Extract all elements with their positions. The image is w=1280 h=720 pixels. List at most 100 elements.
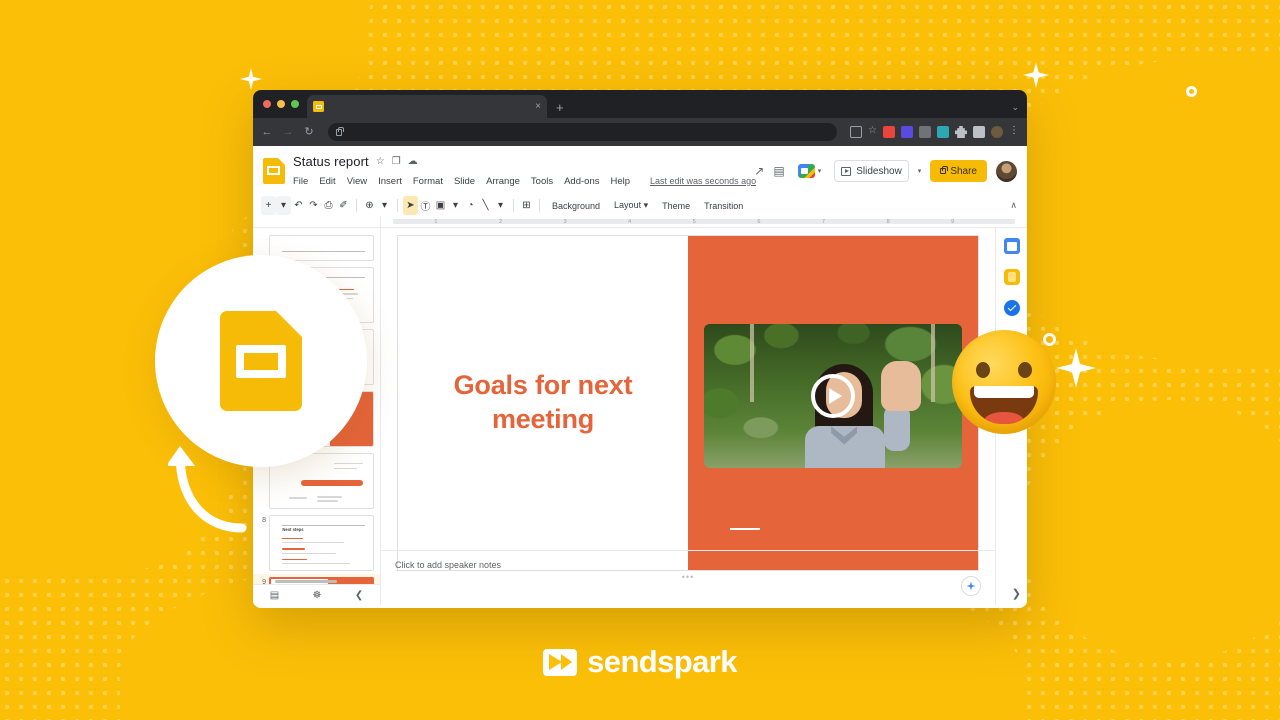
close-window-button[interactable] (263, 100, 271, 108)
line-button[interactable]: ╲ (478, 196, 493, 215)
browser-menu-icon[interactable]: ⋮ (1009, 126, 1019, 138)
menu-arrange[interactable]: Arrange (486, 176, 520, 187)
side-panel-icon[interactable] (973, 126, 985, 138)
filmstrip-scrollbar[interactable] (275, 580, 337, 583)
new-slide-button[interactable]: + (261, 196, 276, 215)
explore-button[interactable] (961, 576, 981, 596)
new-tab-button[interactable]: + (556, 101, 564, 114)
brand-lockup: sendspark (0, 644, 1280, 680)
toolbar-separator (513, 199, 514, 212)
extension-teal-icon[interactable] (937, 126, 949, 138)
site-lock-icon (336, 126, 344, 136)
menu-add-ons[interactable]: Add-ons (564, 176, 599, 187)
last-edit-link[interactable]: Last edit was seconds ago (650, 176, 756, 186)
reload-icon[interactable]: ↻ (303, 126, 315, 138)
expand-rail-chevron-icon[interactable]: ❯ (1012, 587, 1021, 600)
shape-button[interactable]: ◔ (463, 196, 478, 215)
close-tab-icon[interactable]: × (535, 101, 541, 112)
thumbnail-text-line (333, 462, 363, 465)
comment-history-icon[interactable]: ▤ (773, 165, 784, 177)
grid-view-icon[interactable]: ☸ (313, 590, 322, 601)
extension-gray-icon[interactable] (919, 126, 931, 138)
google-meet-button[interactable]: ▾ (794, 162, 826, 180)
new-slide-dropdown[interactable]: ▾ (276, 196, 291, 215)
google-calendar-icon[interactable] (1003, 238, 1020, 254)
bookmark-star-icon[interactable]: ☆ (868, 126, 877, 138)
address-bar[interactable] (328, 123, 838, 141)
share-button[interactable]: Share (930, 160, 987, 182)
insert-image-dropdown[interactable]: ▾ (448, 196, 463, 215)
filmstrip-slide-8[interactable]: 8 Next steps (253, 512, 380, 574)
menu-format[interactable]: Format (413, 176, 443, 187)
profile-avatar[interactable] (991, 126, 1003, 138)
collapse-filmstrip-icon[interactable]: ❮ (355, 590, 363, 601)
chevron-down-icon[interactable]: ▾ (818, 167, 822, 175)
menu-insert[interactable]: Insert (378, 176, 402, 187)
insert-image-button[interactable]: ▣ (433, 196, 448, 215)
menu-help[interactable]: Help (610, 176, 630, 187)
curved-arrow-icon (168, 446, 247, 533)
maximize-window-button[interactable] (291, 100, 299, 108)
redo-button[interactable]: ↷ (306, 196, 321, 215)
activity-dashboard-icon[interactable]: ↗ (754, 165, 764, 177)
slide-title-region[interactable]: Goals for next meeting (398, 236, 688, 570)
toolbar-separator (539, 199, 540, 212)
toolbar-layout-button[interactable]: Layout ▾ (607, 200, 655, 211)
tree-trunk (750, 324, 755, 402)
horizontal-ruler[interactable]: 1 2 3 4 5 6 7 8 9 (381, 216, 1027, 227)
menu-file[interactable]: File (293, 176, 308, 187)
menu-tools[interactable]: Tools (531, 176, 553, 187)
star-icon[interactable]: ☆ (376, 156, 385, 167)
menu-slide[interactable]: Slide (454, 176, 475, 187)
meet-icon (797, 164, 815, 178)
extension-purple-icon[interactable] (901, 126, 913, 138)
toolbar-theme-button[interactable]: Theme (655, 201, 697, 211)
ruler-tick-4: 4 (628, 218, 632, 225)
ruler-tick-9: 9 (951, 218, 955, 225)
menu-edit[interactable]: Edit (319, 176, 335, 187)
ruler-tick-5: 5 (692, 218, 696, 225)
minimize-window-button[interactable] (277, 100, 285, 108)
toolbar-separator (397, 199, 398, 212)
google-tasks-icon[interactable] (1003, 300, 1020, 316)
slideshow-button[interactable]: Slideshow (834, 160, 909, 182)
paint-format-button[interactable]: ✐ (336, 196, 351, 215)
speaker-notes-panel[interactable]: Click to add speaker notes (381, 550, 995, 606)
print-button[interactable]: ⎙ (321, 196, 336, 215)
google-keep-icon[interactable] (1003, 269, 1020, 285)
slide-thumbnail[interactable]: Next steps (269, 515, 374, 571)
slideshow-dropdown-icon[interactable]: ▾ (918, 167, 922, 175)
toolbar-transition-button[interactable]: Transition (697, 201, 750, 211)
select-tool-button[interactable]: ➤ (403, 196, 418, 215)
forward-arrow-icon[interactable]: → (282, 126, 294, 138)
collapse-toolbar-icon[interactable]: ∧ (1010, 200, 1019, 211)
tab-list-chevron-icon[interactable]: ⌄ (1011, 102, 1019, 113)
account-avatar[interactable] (996, 160, 1017, 182)
move-to-folder-icon[interactable]: ❐ (392, 156, 401, 167)
extensions-puzzle-icon[interactable] (955, 126, 967, 138)
zoom-button[interactable]: ⊕ (362, 196, 377, 215)
page-title[interactable]: Status report (293, 154, 369, 169)
emoji-tongue (984, 412, 1024, 424)
back-arrow-icon[interactable]: ← (261, 126, 273, 138)
undo-button[interactable]: ↶ (291, 196, 306, 215)
line-dropdown[interactable]: ▾ (493, 196, 508, 215)
filmstrip-view-icon[interactable]: ▤ (270, 590, 279, 601)
browser-tab[interactable]: × (307, 95, 547, 118)
current-slide[interactable]: Goals for next meeting (398, 236, 978, 570)
lock-icon (940, 166, 948, 174)
thumbnail-text-line (282, 562, 351, 565)
present-icon (841, 166, 852, 176)
text-box-button[interactable]: Ⓣ (418, 196, 433, 215)
extension-red-icon[interactable] (883, 126, 895, 138)
explore-icon (966, 581, 976, 591)
share-icon[interactable] (850, 126, 863, 138)
menu-bar: File Edit View Insert Format Slide Arrange Tool… (293, 173, 756, 189)
toolbar-background-button[interactable]: Background (545, 201, 607, 211)
zoom-dropdown[interactable]: ▾ (377, 196, 392, 215)
add-comment-button[interactable]: ⊞ (519, 196, 534, 215)
video-thumbnail[interactable] (704, 324, 962, 468)
browser-tab-strip: × + ⌄ (253, 90, 1027, 118)
menu-view[interactable]: View (347, 176, 367, 187)
play-button[interactable] (811, 374, 855, 418)
